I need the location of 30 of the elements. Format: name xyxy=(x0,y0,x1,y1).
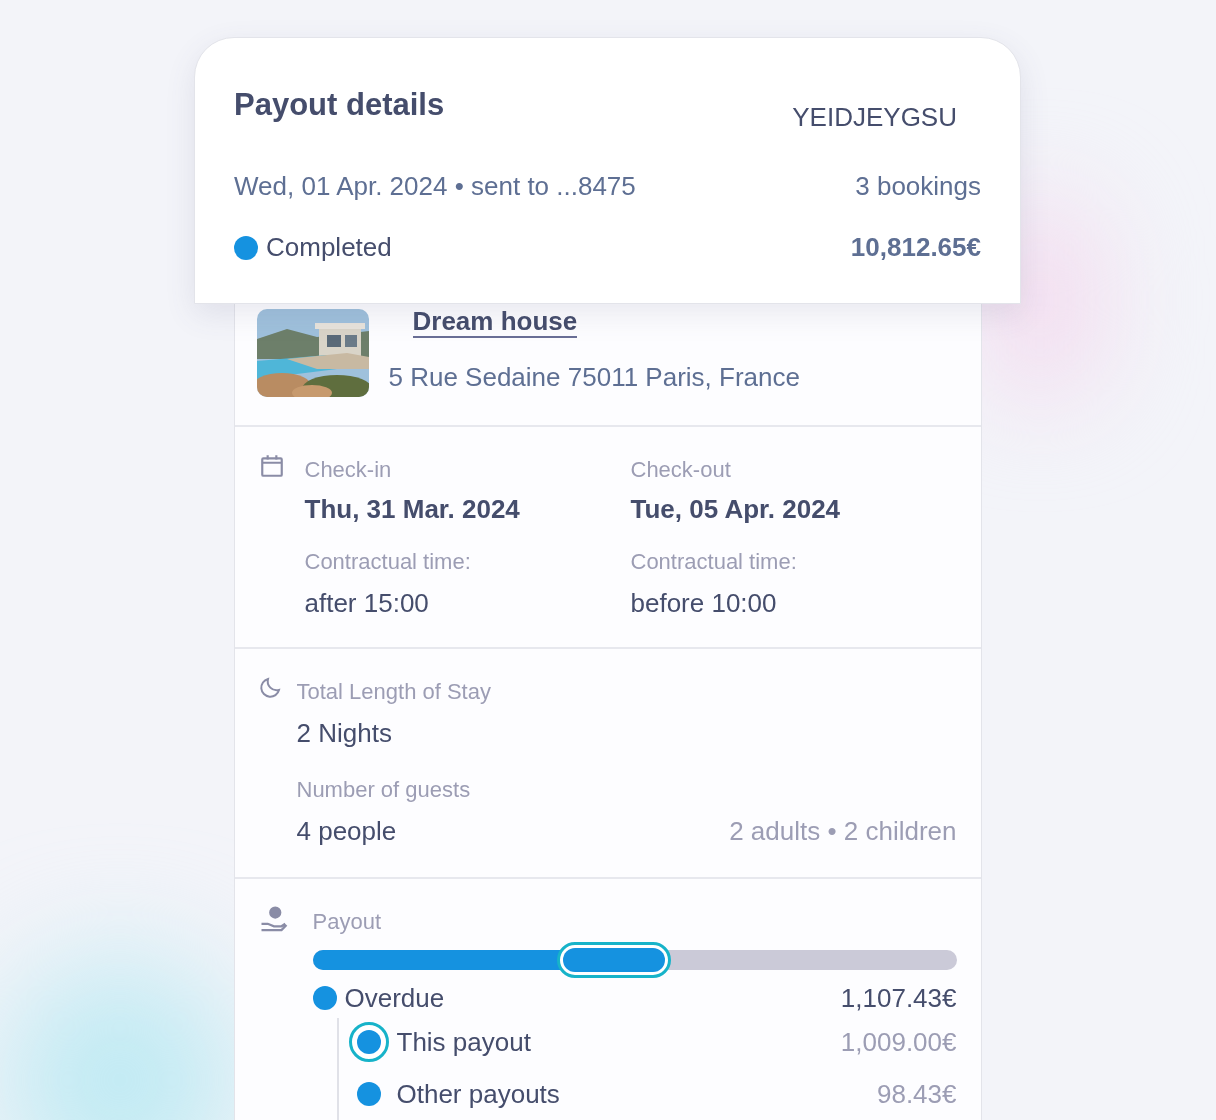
guests-label: Number of guests xyxy=(296,776,472,804)
payout-item-amount: 1,107.43€ xyxy=(840,981,957,1015)
stay-label: Total Length of Stay xyxy=(296,678,492,706)
time-value: after 15:00 xyxy=(304,587,430,620)
date-value: Tue, 05 Apr. 2024 xyxy=(630,493,842,526)
payout-reference: YEIDJEYGSU xyxy=(792,101,957,134)
calendar-icon xyxy=(258,453,285,479)
time-value: before 10:00 xyxy=(630,587,778,620)
property-address: 5 Rue Sedaine 75011 Paris, France xyxy=(388,361,800,394)
payout-total: 10,812.65€ xyxy=(850,231,981,264)
guests-value: 4 people xyxy=(296,815,397,848)
stay-value: 2 Nights xyxy=(296,717,393,750)
time-label: Contractual time: xyxy=(304,548,472,576)
moon-icon xyxy=(258,675,283,699)
payout-item-label: This payout xyxy=(396,1025,531,1059)
payout-date: Wed, 01 Apr. 2024 • sent to ...8475 xyxy=(234,170,636,203)
payout-item-amount: 98.43€ xyxy=(876,1077,957,1111)
payout-item-label: Overdue xyxy=(344,981,445,1015)
property-link[interactable]: Dream house xyxy=(412,306,578,338)
guests-detail: 2 adults • 2 children xyxy=(729,815,957,848)
time-label: Contractual time: xyxy=(630,548,798,576)
payout-item-amount: 1,009.00€ xyxy=(840,1025,957,1059)
date-label: Check-in xyxy=(304,456,393,484)
status-label: Completed xyxy=(266,231,392,264)
payout-label: Payout xyxy=(312,908,382,936)
payout-item-label: Other payouts xyxy=(396,1077,560,1111)
payout-title: Payout details xyxy=(234,86,445,124)
date-label: Check-out xyxy=(630,456,732,484)
date-value: Thu, 31 Mar. 2024 xyxy=(304,493,521,526)
bookings-count: 3 bookings xyxy=(855,170,981,203)
